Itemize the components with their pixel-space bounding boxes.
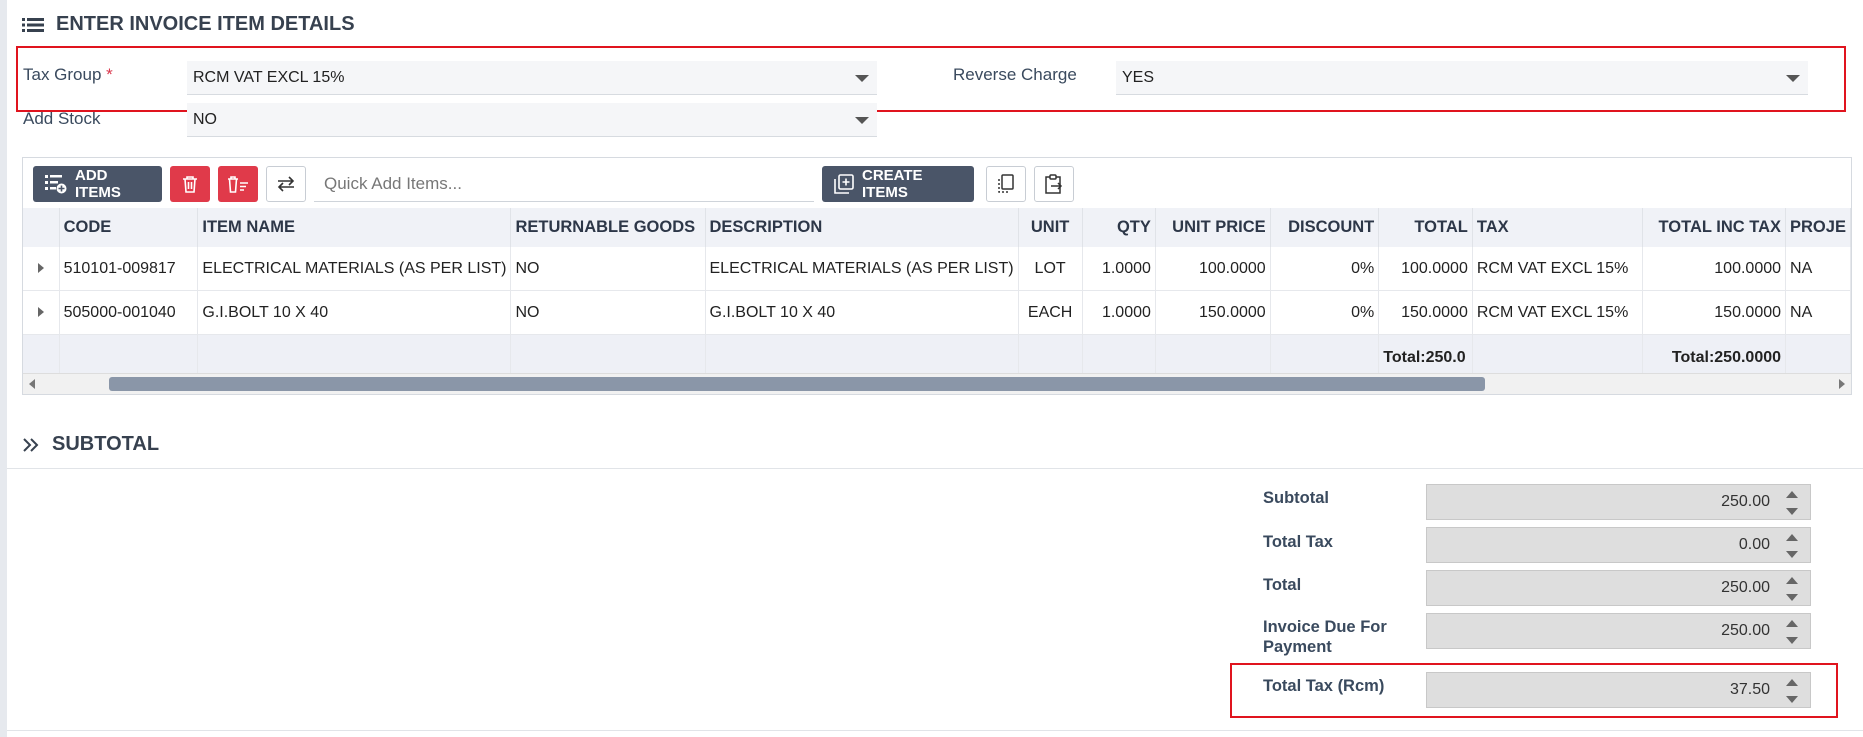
section-title: SUBTOTAL — [52, 433, 160, 455]
column-header-unit[interactable]: UNIT — [1018, 208, 1083, 247]
swap-button[interactable] — [266, 166, 306, 202]
column-header-project[interactable]: PROJE — [1785, 208, 1851, 247]
bottom-divider — [7, 730, 1863, 731]
section-header-items: ENTER INVOICE ITEM DETAILS — [22, 13, 355, 36]
cell-tax[interactable]: RCM VAT EXCL 15% — [1472, 247, 1644, 291]
total-label: Total — [1263, 576, 1302, 594]
cell-description[interactable]: G.I.BOLT 10 X 40 — [705, 290, 1019, 335]
total-tax-label: Total Tax — [1263, 533, 1333, 551]
double-chevron-right-icon — [22, 437, 40, 453]
stepper-icon[interactable] — [1786, 575, 1800, 603]
column-header-code[interactable]: CODE — [59, 208, 199, 247]
table-row[interactable]: 505000-001040 G.I.BOLT 10 X 40 NO G.I.BO… — [23, 290, 1851, 335]
cell-total[interactable]: 150.0000 — [1378, 290, 1473, 335]
add-box-icon — [834, 174, 854, 194]
cell-qty[interactable]: 1.0000 — [1082, 290, 1156, 335]
invoice-due-field[interactable]: 250.00 — [1426, 613, 1811, 649]
grid-toolbar: ADD ITEMS Quick Add Items... CREATE ITEM… — [33, 165, 1074, 203]
column-header-description[interactable]: DESCRIPTION — [705, 208, 1019, 247]
delete-rows-button[interactable] — [218, 166, 258, 202]
cell-item-name[interactable]: G.I.BOLT 10 X 40 — [197, 290, 512, 335]
column-header-item-name[interactable]: ITEM NAME — [197, 208, 512, 247]
paste-clipboard-icon — [1044, 174, 1064, 194]
swap-arrows-icon — [276, 176, 296, 192]
trash-list-icon — [227, 175, 249, 193]
column-header-returnable[interactable]: RETURNABLE GOODS — [510, 208, 706, 247]
section-title: ENTER INVOICE ITEM DETAILS — [56, 13, 355, 35]
cell-tax[interactable]: RCM VAT EXCL 15% — [1472, 290, 1644, 335]
cell-returnable[interactable]: NO — [510, 247, 706, 291]
subtotal-field[interactable]: 250.00 — [1426, 484, 1811, 520]
cell-item-name[interactable]: ELECTRICAL MATERIALS (AS PER LIST) — [197, 247, 512, 291]
total-field[interactable]: 250.00 — [1426, 570, 1811, 606]
stepper-icon[interactable] — [1786, 489, 1800, 517]
cell-discount[interactable]: 0% — [1270, 290, 1380, 335]
list-icon — [22, 17, 44, 33]
column-header-discount[interactable]: DISCOUNT — [1270, 208, 1380, 247]
items-table: CODE ITEM NAME RETURNABLE GOODS DESCRIPT… — [23, 208, 1851, 381]
cell-unit-price[interactable]: 100.0000 — [1155, 247, 1271, 291]
cell-discount[interactable]: 0% — [1270, 247, 1380, 291]
trash-icon — [182, 175, 198, 193]
stepper-icon[interactable] — [1786, 532, 1800, 560]
column-header-qty[interactable]: QTY — [1082, 208, 1156, 247]
cell-project[interactable]: NA — [1785, 247, 1851, 291]
add-list-icon — [45, 174, 67, 194]
cell-qty[interactable]: 1.0000 — [1082, 247, 1156, 291]
table-header-row: CODE ITEM NAME RETURNABLE GOODS DESCRIPT… — [23, 208, 1851, 247]
create-items-button[interactable]: CREATE ITEMS — [822, 166, 974, 202]
scrollbar-thumb[interactable] — [108, 377, 1485, 391]
cell-description[interactable]: ELECTRICAL MATERIALS (AS PER LIST) — [705, 247, 1019, 291]
items-grid-panel: ADD ITEMS Quick Add Items... CREATE ITEM… — [22, 157, 1852, 395]
add-stock-select[interactable]: NO — [187, 103, 877, 137]
column-header-unit-price[interactable]: UNIT PRICE — [1155, 208, 1271, 247]
section-divider — [7, 468, 1863, 469]
cell-code[interactable]: 505000-001040 — [59, 290, 199, 335]
chevron-down-icon — [855, 117, 869, 124]
scroll-right-icon[interactable] — [1839, 379, 1845, 389]
copy-icon — [997, 174, 1015, 194]
add-items-button[interactable]: ADD ITEMS — [33, 166, 162, 202]
cell-code[interactable]: 510101-009817 — [59, 247, 199, 291]
caret-right-icon — [37, 306, 44, 317]
delete-button[interactable] — [170, 166, 210, 202]
cell-unit-price[interactable]: 150.0000 — [1155, 290, 1271, 335]
row-expander[interactable] — [23, 247, 60, 291]
caret-right-icon — [37, 262, 44, 273]
row-expander[interactable] — [23, 290, 60, 335]
column-header-tax[interactable]: TAX — [1472, 208, 1644, 247]
highlight-box-rcm — [1230, 663, 1838, 718]
left-edge-bar — [0, 0, 7, 737]
invoice-due-label: Invoice Due For Payment — [1263, 618, 1387, 656]
expander-header — [23, 208, 60, 247]
cell-unit[interactable]: LOT — [1018, 247, 1083, 291]
quick-add-input[interactable]: Quick Add Items... — [314, 166, 814, 202]
cell-total[interactable]: 100.0000 — [1378, 247, 1473, 291]
paste-button[interactable] — [1034, 166, 1074, 202]
add-stock-label: Add Stock — [23, 109, 101, 128]
section-header-subtotal[interactable]: SUBTOTAL — [22, 433, 159, 456]
column-header-total-inc-tax[interactable]: TOTAL INC TAX — [1642, 208, 1787, 247]
cell-project[interactable]: NA — [1785, 290, 1851, 335]
table-row[interactable]: 510101-009817 ELECTRICAL MATERIALS (AS P… — [23, 247, 1851, 291]
horizontal-scrollbar[interactable] — [23, 373, 1851, 394]
copy-button[interactable] — [986, 166, 1026, 202]
cell-returnable[interactable]: NO — [510, 290, 706, 335]
cell-unit[interactable]: EACH — [1018, 290, 1083, 335]
stepper-icon[interactable] — [1786, 618, 1800, 646]
column-header-total[interactable]: TOTAL — [1378, 208, 1473, 247]
subtotal-label: Subtotal — [1263, 489, 1329, 507]
cell-total-inc-tax[interactable]: 150.0000 — [1642, 290, 1787, 335]
total-tax-field[interactable]: 0.00 — [1426, 527, 1811, 563]
scroll-left-icon[interactable] — [29, 379, 35, 389]
cell-total-inc-tax[interactable]: 100.0000 — [1642, 247, 1787, 291]
